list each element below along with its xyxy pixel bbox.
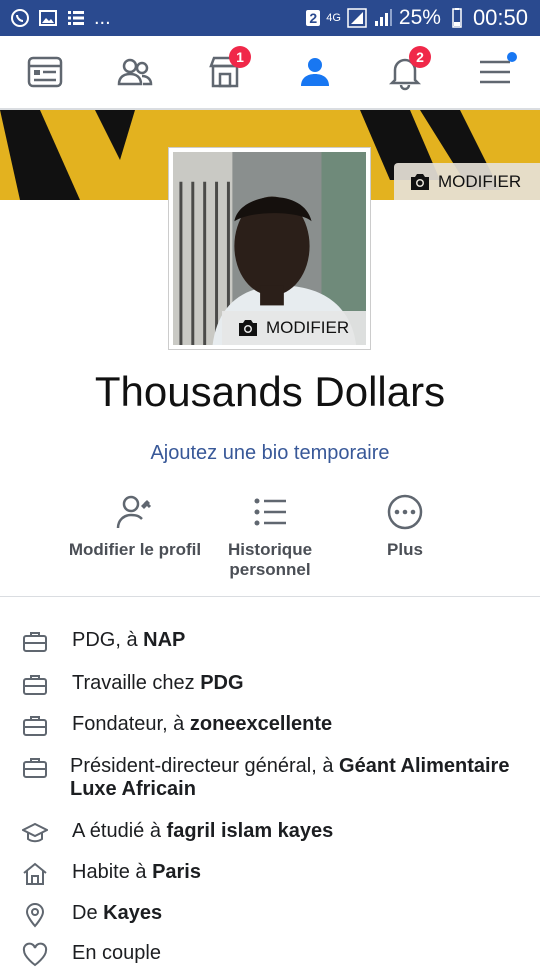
- marketplace-tab[interactable]: 1: [195, 42, 255, 102]
- info-prefix: En couple: [72, 942, 161, 964]
- edit-profile-icon: [116, 495, 152, 529]
- info-prefix: PDG, à: [72, 629, 144, 651]
- battery-icon: [447, 8, 467, 28]
- news-feed-tab[interactable]: [15, 42, 75, 102]
- profile-tab[interactable]: [285, 42, 345, 102]
- edit-profile-button[interactable]: Modifier le profil: [60, 492, 210, 560]
- location-pin-icon: [25, 903, 45, 928]
- network-type: 4G: [326, 12, 341, 24]
- marketplace-badge: 1: [229, 46, 251, 68]
- more-label: Plus: [387, 540, 423, 559]
- briefcase-icon: [23, 632, 47, 652]
- info-prefix: Président-directeur général, à: [70, 755, 340, 777]
- info-value[interactable]: fagril islam kayes: [167, 820, 334, 842]
- info-prefix: De: [72, 902, 104, 924]
- briefcase-icon: [23, 758, 47, 778]
- clock: 00:50: [472, 5, 528, 30]
- activity-log-button[interactable]: Historique personnel: [195, 492, 345, 580]
- briefcase-icon: [23, 675, 47, 695]
- gallery-icon: [38, 8, 58, 28]
- briefcase-icon: [23, 716, 47, 736]
- add-bio-link[interactable]: Ajoutez une bio temporaire: [0, 442, 540, 465]
- notifications-tab[interactable]: 2: [375, 42, 435, 102]
- camera-icon: [239, 320, 257, 336]
- notifications-badge: 2: [409, 46, 431, 68]
- more-options-icon: [387, 494, 423, 530]
- edit-profile-photo-label: MODIFIER: [266, 318, 350, 337]
- friends-icon: [117, 58, 153, 86]
- activity-log-label: Historique personnel: [227, 540, 313, 579]
- signal-bars-icon: [373, 8, 393, 28]
- info-value[interactable]: Paris: [152, 861, 201, 883]
- edit-cover-label: MODIFIER: [438, 171, 522, 191]
- whatsapp-icon: [10, 8, 30, 28]
- menu-new-dot: [507, 52, 517, 62]
- profile-icon: [301, 58, 329, 86]
- info-prefix: Habite à: [72, 861, 153, 883]
- top-nav: 1 2: [0, 36, 540, 110]
- sim-indicator: 2: [306, 10, 321, 26]
- status-bar: ... 2 4G 25% 00:50: [0, 0, 540, 36]
- graduation-cap-icon: [22, 822, 48, 843]
- info-prefix: Fondateur, à: [72, 713, 190, 735]
- info-value[interactable]: NAP: [143, 629, 185, 651]
- heart-icon: [22, 942, 48, 967]
- list-icon: [66, 8, 86, 28]
- info-value[interactable]: Kayes: [103, 902, 162, 924]
- signal-icon: [347, 8, 367, 28]
- info-prefix: Travaille chez: [72, 672, 201, 694]
- house-icon: [23, 862, 47, 885]
- news-feed-icon: [27, 56, 63, 88]
- info-prefix: A étudié à: [72, 820, 167, 842]
- profile-photo[interactable]: MODIFIER: [168, 147, 371, 350]
- info-value[interactable]: zoneexcellente: [190, 713, 332, 735]
- edit-profile-photo-button[interactable]: MODIFIER: [222, 311, 366, 345]
- profile-actions: Modifier le profil Historique personnel …: [0, 492, 540, 592]
- info-value[interactable]: PDG: [200, 672, 243, 694]
- battery-percent: 25%: [398, 6, 441, 29]
- edit-profile-label: Modifier le profil: [68, 540, 202, 559]
- more-button[interactable]: Plus: [330, 492, 480, 560]
- more-notifications: ...: [94, 6, 111, 29]
- divider: [0, 596, 540, 597]
- camera-icon: [411, 173, 429, 190]
- menu-tab[interactable]: [465, 42, 525, 102]
- list-icon: [254, 498, 286, 526]
- profile-name: Thousands Dollars: [94, 368, 446, 415]
- edit-cover-button[interactable]: MODIFIER: [394, 163, 540, 200]
- friends-tab[interactable]: [105, 42, 165, 102]
